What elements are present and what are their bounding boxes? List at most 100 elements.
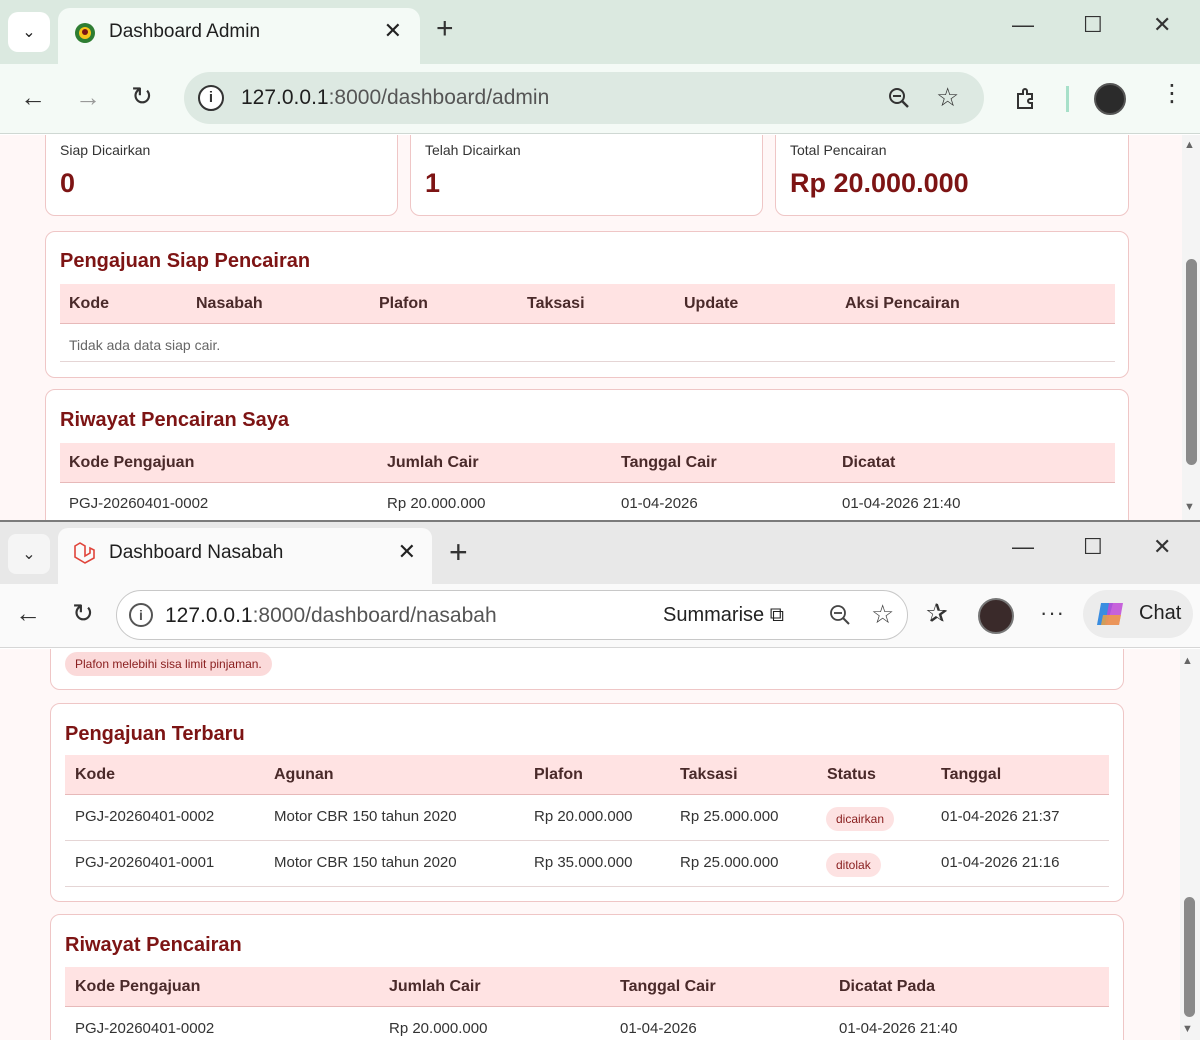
column-header: Taksasi	[527, 295, 585, 312]
cell-taksasi: Rp 25.000.000	[680, 854, 779, 871]
page-scrollbar[interactable]: ▲ ▼	[1182, 135, 1200, 520]
close-tab-icon[interactable]: ✕	[384, 18, 402, 44]
profile-avatar[interactable]	[1094, 83, 1126, 115]
stat-value: 1	[425, 168, 441, 198]
extensions-icon[interactable]	[1014, 86, 1040, 112]
column-header: Dicatat Pada	[839, 978, 936, 995]
table-header: Kode Nasabah Plafon Taksasi Update Aksi …	[60, 284, 1115, 324]
table-row: PGJ-20260401-0002 Rp 20.000.000 01-04-20…	[60, 483, 1115, 520]
tab-strip: ⌄ Dashboard Admin ✕ + — ☐ ✕	[0, 0, 1200, 64]
copilot-chat-button[interactable]: Chat	[1083, 590, 1193, 638]
zoom-icon[interactable]	[887, 86, 911, 110]
more-options-icon[interactable]: ···	[1040, 600, 1065, 626]
minimize-icon[interactable]: —	[1012, 536, 1034, 558]
tab-dashboard-nasabah[interactable]: Dashboard Nasabah ✕	[58, 528, 432, 584]
column-header: Plafon	[534, 766, 583, 783]
stat-value: 0	[60, 168, 76, 198]
maximize-icon[interactable]: ☐	[1083, 14, 1103, 36]
chat-label: Chat	[1139, 602, 1182, 624]
panel-title: Pengajuan Siap Pencairan	[60, 250, 311, 272]
scroll-down-icon[interactable]: ▼	[1182, 1023, 1193, 1035]
reload-icon[interactable]: ↻	[72, 600, 94, 626]
table-row: PGJ-20260401-0002 Motor CBR 150 tahun 20…	[65, 795, 1109, 841]
profile-avatar[interactable]	[978, 598, 1014, 634]
url-text[interactable]: 127.0.0.1:8000/dashboard/nasabah	[165, 604, 497, 628]
cell-tanggal: 01-04-2026	[621, 495, 698, 512]
new-tab-button[interactable]: +	[449, 536, 468, 568]
error-alert: Plafon melebihi sisa limit pinjaman.	[65, 652, 272, 676]
panel-title: Pengajuan Terbaru	[65, 723, 245, 745]
site-info-icon[interactable]: i	[129, 603, 153, 627]
close-window-icon[interactable]: ✕	[1153, 14, 1171, 36]
tab-title: Dashboard Nasabah	[109, 542, 284, 563]
tab-search-button[interactable]: ⌄	[8, 534, 50, 574]
column-header: Kode Pengajuan	[69, 454, 195, 471]
scroll-thumb[interactable]	[1186, 259, 1197, 465]
cell-jumlah: Rp 20.000.000	[387, 495, 486, 512]
empty-text: Tidak ada data siap cair.	[69, 337, 221, 353]
page-scrollbar[interactable]: ▲ ▼	[1180, 649, 1200, 1040]
summarise-button[interactable]: Summarise ⧉	[663, 604, 784, 627]
back-icon[interactable]: ←	[20, 84, 46, 110]
cell-dicatat: 01-04-2026 21:40	[839, 1020, 958, 1037]
stat-card-siap-dicairkan: Siap Dicairkan 0	[45, 135, 398, 216]
column-header: Kode	[69, 295, 109, 312]
maximize-icon[interactable]: ☐	[1083, 536, 1103, 558]
table-header: Kode Pengajuan Jumlah Cair Tanggal Cair …	[60, 443, 1115, 483]
close-tab-icon[interactable]: ✕	[398, 539, 416, 565]
nasabah-browser-window: ⌄ Dashboard Nasabah ✕ + — ☐ ✕ ← ↻ i 127.…	[0, 520, 1200, 1040]
copilot-icon	[1097, 603, 1123, 625]
site-info-icon[interactable]: i	[198, 85, 224, 111]
column-header: Status	[827, 766, 876, 783]
tab-search-button[interactable]: ⌄	[8, 12, 50, 52]
zoom-out-icon[interactable]	[828, 603, 852, 627]
column-header: Aksi Pencairan	[845, 295, 960, 312]
chevron-down-icon: ⌄	[22, 546, 36, 563]
laravel-icon	[74, 542, 95, 564]
site-logo-icon	[75, 23, 95, 43]
menu-kebab-icon[interactable]: ⋮	[1160, 82, 1184, 106]
table-header: Kode Pengajuan Jumlah Cair Tanggal Cair …	[65, 967, 1109, 1007]
cell-taksasi: Rp 25.000.000	[680, 808, 779, 825]
address-bar[interactable]: i 127.0.0.1:8000/dashboard/admin ☆	[184, 72, 984, 124]
stat-card-telah-dicairkan: Telah Dicairkan 1	[410, 135, 763, 216]
stat-label: Siap Dicairkan	[60, 142, 151, 158]
column-header: Dicatat	[842, 454, 896, 471]
stat-label: Telah Dicairkan	[425, 142, 521, 158]
favorite-star-icon[interactable]: ☆	[871, 599, 894, 630]
cell-kode: PGJ-20260401-0002	[69, 495, 209, 512]
bookmark-star-icon[interactable]: ☆	[936, 82, 959, 113]
tab-title: Dashboard Admin	[109, 21, 261, 42]
cell-tanggal: 01-04-2026 21:37	[941, 808, 1060, 825]
close-window-icon[interactable]: ✕	[1153, 536, 1171, 558]
address-bar[interactable]: i 127.0.0.1:8000/dashboard/nasabah Summa…	[116, 590, 908, 640]
reload-icon[interactable]: ↻	[131, 83, 153, 109]
back-icon[interactable]: ←	[15, 600, 41, 626]
cell-dicatat: 01-04-2026 21:40	[842, 495, 961, 512]
scroll-thumb[interactable]	[1184, 897, 1195, 1017]
stat-value: Rp 20.000.000	[790, 168, 969, 198]
url-text[interactable]: 127.0.0.1:8000/dashboard/admin	[241, 86, 549, 110]
column-header: Kode	[75, 766, 115, 783]
forward-icon[interactable]: →	[75, 84, 101, 110]
column-header: Jumlah Cair	[389, 978, 481, 995]
siap-pencairan-panel: Pengajuan Siap Pencairan Kode Nasabah Pl…	[45, 231, 1129, 378]
scroll-up-icon[interactable]: ▲	[1184, 139, 1195, 151]
copilot-summarise-icon: ⧉	[769, 604, 784, 626]
tab-strip: ⌄ Dashboard Nasabah ✕ + — ☐ ✕	[0, 522, 1200, 584]
cell-kode: PGJ-20260401-0002	[75, 1020, 215, 1037]
column-header: Jumlah Cair	[387, 454, 479, 471]
cell-agunan: Motor CBR 150 tahun 2020	[274, 808, 457, 825]
cell-tanggal: 01-04-2026	[620, 1020, 697, 1037]
minimize-icon[interactable]: —	[1012, 14, 1034, 36]
column-header: Tanggal	[941, 766, 1002, 783]
scroll-down-icon[interactable]: ▼	[1184, 501, 1195, 513]
stat-label: Total Pencairan	[790, 142, 887, 158]
empty-row: Tidak ada data siap cair.	[60, 324, 1115, 362]
scroll-up-icon[interactable]: ▲	[1182, 655, 1193, 667]
new-tab-button[interactable]: +	[436, 14, 454, 44]
cell-agunan: Motor CBR 150 tahun 2020	[274, 854, 457, 871]
tab-dashboard-admin[interactable]: Dashboard Admin ✕	[58, 8, 420, 64]
table-row: PGJ-20260401-0001 Motor CBR 150 tahun 20…	[65, 841, 1109, 887]
favorites-list-icon[interactable]: ✰	[926, 598, 948, 629]
